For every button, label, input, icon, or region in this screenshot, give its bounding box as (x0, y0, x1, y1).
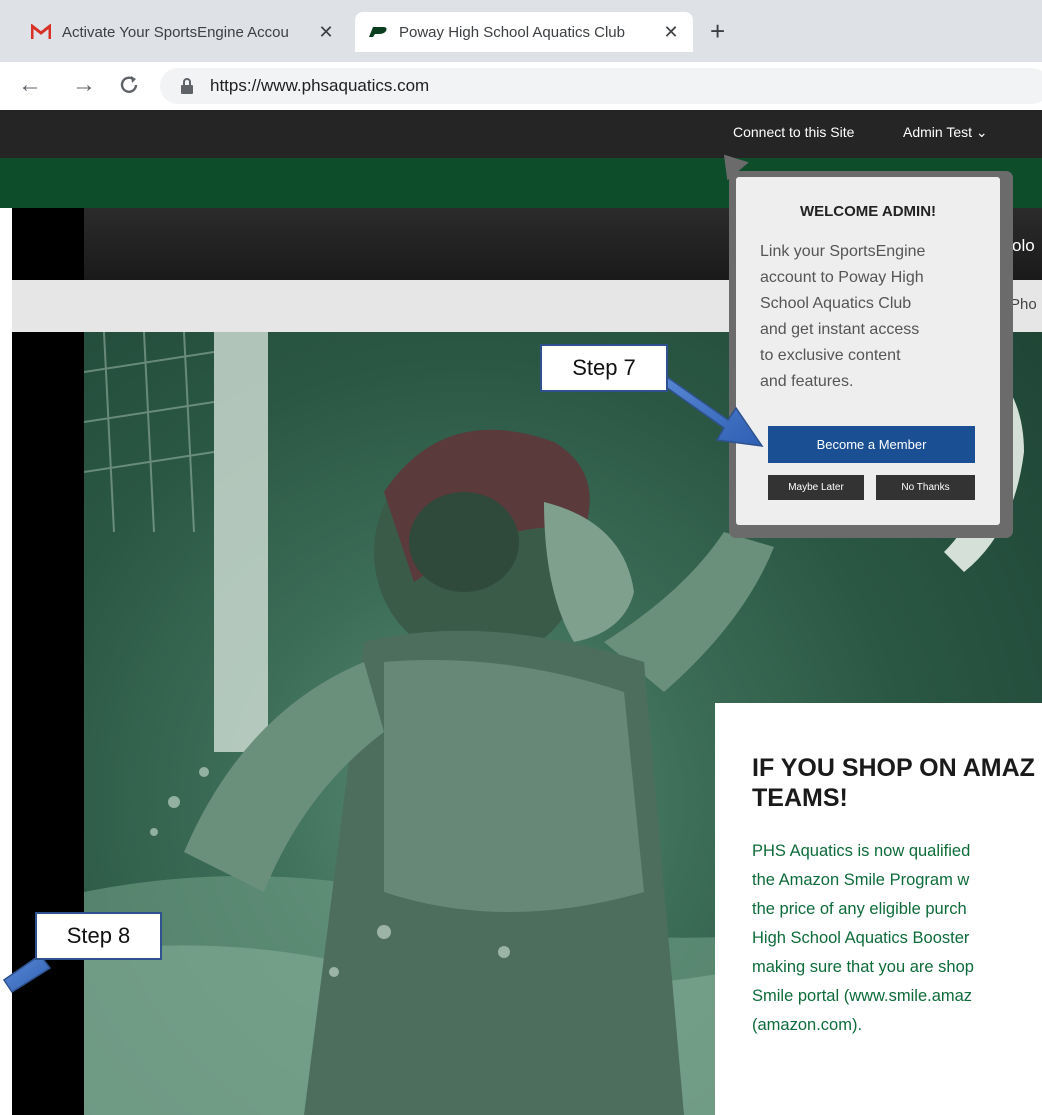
step7-label: Step 7 (540, 344, 668, 392)
site-topbar: Connect to this Site Admin Test ⌄ (0, 110, 1042, 158)
no-thanks-button[interactable]: No Thanks (876, 475, 975, 500)
card-title: IF YOU SHOP ON AMAZ TEAMS! (752, 754, 1035, 812)
tab-gmail[interactable]: Activate Your SportsEngine Accou ✕ (18, 12, 348, 52)
welcome-admin-popup: WELCOME ADMIN! Link your SportsEngine ac… (729, 171, 1013, 538)
poway-p-icon (367, 23, 389, 41)
amazon-smile-card: IF YOU SHOP ON AMAZ TEAMS! PHS Aquatics … (715, 703, 1042, 1115)
tab-title: Poway High School Aquatics Club (399, 23, 625, 41)
gmail-icon (30, 23, 52, 41)
step8-label: Step 8 (35, 912, 162, 960)
tab-poway[interactable]: Poway High School Aquatics Club ✕ (355, 12, 693, 52)
admin-menu[interactable]: Admin Test ⌄ (903, 124, 988, 141)
subnav-partial-link[interactable]: Pho (1010, 296, 1037, 313)
tab-title: Activate Your SportsEngine Accou (62, 23, 289, 41)
close-icon[interactable]: ✕ (661, 22, 681, 43)
new-tab-button[interactable]: + (710, 18, 725, 44)
browser-toolbar: ← → https://www.phsaquatics.com (0, 62, 1042, 110)
url-text: https://www.phsaquatics.com (210, 76, 430, 95)
popup-content: WELCOME ADMIN! Link your SportsEngine ac… (736, 177, 1000, 525)
left-black-bar (0, 332, 84, 1115)
connect-link[interactable]: Connect to this Site (733, 124, 854, 140)
lock-icon[interactable] (180, 78, 194, 99)
popup-body: Link your SportsEngine account to Poway … (760, 243, 926, 390)
close-icon[interactable]: ✕ (316, 22, 336, 43)
left-white-edge (0, 208, 12, 1115)
card-body: PHS Aquatics is now qualified the Amazon… (752, 842, 974, 1034)
back-icon[interactable]: ← (18, 72, 42, 98)
maybe-later-button[interactable]: Maybe Later (768, 475, 864, 500)
address-bar[interactable]: https://www.phsaquatics.com (160, 68, 1042, 104)
reload-icon[interactable] (118, 72, 140, 102)
become-member-button[interactable]: Become a Member (768, 426, 975, 463)
browser-tabstrip: Activate Your SportsEngine Accou ✕ Poway… (0, 0, 1042, 62)
header-partial-text: olo (1012, 236, 1035, 255)
popup-title: WELCOME ADMIN! (799, 203, 937, 220)
forward-icon[interactable]: → (72, 72, 96, 98)
